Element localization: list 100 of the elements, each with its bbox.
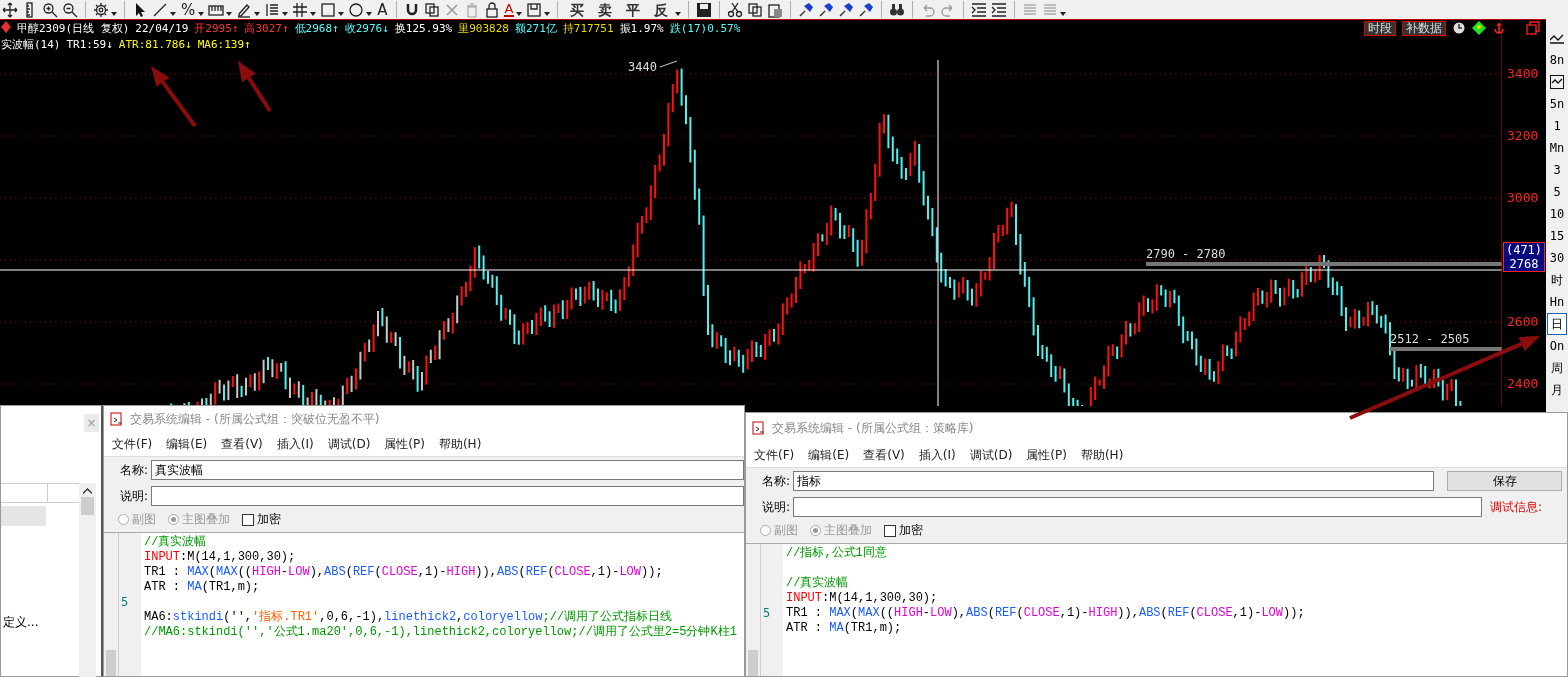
period-button[interactable]: 时: [1547, 269, 1567, 291]
caret-icon[interactable]: [366, 12, 373, 16]
grid-icon[interactable]: [292, 1, 309, 18]
menu-item[interactable]: 帮助(H): [1080, 446, 1124, 464]
menu-item[interactable]: 属性(P): [1026, 446, 1067, 464]
period-button[interactable]: 日: [1547, 313, 1567, 335]
code-line: ATR : MA(TR1,m);: [786, 621, 903, 636]
period-button[interactable]: Mn: [1547, 137, 1567, 159]
caret-icon[interactable]: [282, 12, 289, 16]
indicator-text: TR1:59↓: [66, 37, 113, 51]
flag-icon[interactable]: [858, 1, 875, 18]
period-button[interactable]: 15: [1547, 225, 1567, 247]
copy-icon[interactable]: [747, 1, 764, 18]
name-field[interactable]: 指标: [793, 471, 1434, 491]
percent-tool[interactable]: %: [180, 1, 197, 18]
caret-icon[interactable]: [198, 12, 205, 16]
period-button[interactable]: 5n: [1547, 93, 1567, 115]
font-color-tool[interactable]: A: [503, 2, 515, 17]
save-button[interactable]: 保存: [1447, 471, 1562, 491]
caret-icon[interactable]: [254, 12, 261, 16]
indent-icon[interactable]: [991, 1, 1008, 18]
caret-icon[interactable]: [170, 12, 176, 16]
menu-item[interactable]: 插入(I): [918, 446, 956, 464]
menu-item[interactable]: 查看(V): [221, 435, 263, 453]
save-icon[interactable]: [696, 1, 713, 18]
toolbar-button[interactable]: 时段: [1364, 20, 1396, 36]
list-item[interactable]: 定义...: [3, 614, 39, 631]
period-button[interactable]: On: [1547, 335, 1567, 357]
scrollbar-thumb[interactable]: [81, 497, 94, 515]
menu-item[interactable]: 调试(D): [327, 435, 371, 453]
period-button[interactable]: 1: [1547, 115, 1567, 137]
flag-icon[interactable]: [798, 1, 815, 18]
menu-item[interactable]: 文件(F): [112, 435, 153, 453]
trade-button[interactable]: 平: [621, 1, 646, 18]
quote-text: 高3027↑: [244, 20, 289, 36]
trade-button[interactable]: 反: [649, 1, 674, 18]
copy-icon[interactable]: [423, 1, 440, 18]
period-button[interactable]: 30: [1547, 247, 1567, 269]
period-button[interactable]: 周: [1547, 357, 1567, 379]
caret-icon[interactable]: [226, 12, 233, 16]
circle-icon[interactable]: [348, 1, 365, 18]
caret-icon[interactable]: [516, 12, 523, 16]
quote-text: 低2968↑: [294, 20, 339, 36]
flag-icon[interactable]: [818, 1, 835, 18]
scrollbar-thumb[interactable]: [106, 650, 116, 676]
period-button[interactable]: 月: [1547, 379, 1567, 401]
caret-icon[interactable]: [338, 12, 345, 16]
restore-window-icon[interactable]: [1526, 21, 1540, 35]
settings-icon[interactable]: [93, 1, 109, 18]
indent-icon[interactable]: [971, 1, 988, 18]
menu-item[interactable]: 帮助(H): [438, 435, 482, 453]
diamond-icon[interactable]: [1472, 21, 1486, 35]
code-line: //指标,公式1同意: [786, 546, 888, 561]
name-field[interactable]: 真实波幅: [151, 460, 744, 480]
trade-button[interactable]: 卖: [593, 1, 618, 18]
caret-icon[interactable]: [1060, 12, 1067, 16]
menu-item[interactable]: 查看(V): [863, 446, 905, 464]
description-field[interactable]: [151, 486, 744, 506]
list-icon[interactable]: [264, 1, 281, 18]
axis-label: 3400: [1507, 66, 1539, 81]
trade-button[interactable]: 买: [565, 1, 590, 18]
scrollbar-thumb[interactable]: [748, 650, 758, 676]
line-tool-icon[interactable]: [152, 1, 168, 18]
caret-icon[interactable]: [675, 12, 682, 16]
menu-item[interactable]: 属性(P): [384, 435, 425, 453]
menu-item[interactable]: 调试(D): [969, 446, 1013, 464]
square-icon[interactable]: [320, 1, 337, 18]
caret-icon[interactable]: [111, 12, 117, 16]
paste-icon[interactable]: [767, 1, 784, 18]
caret-icon[interactable]: [310, 12, 317, 16]
clock-icon[interactable]: [1452, 21, 1466, 35]
checkbox[interactable]: 加密: [884, 522, 923, 539]
period-button[interactable]: 5: [1547, 181, 1567, 203]
period-button[interactable]: 8n: [1547, 49, 1567, 71]
period-button[interactable]: 3: [1547, 159, 1567, 181]
move-icon[interactable]: [2, 1, 18, 18]
lock-icon[interactable]: [483, 1, 500, 18]
checkbox[interactable]: 加密: [242, 511, 281, 528]
flag-icon[interactable]: [838, 1, 855, 18]
scissors-icon[interactable]: [727, 1, 744, 18]
period-button[interactable]: 10: [1547, 203, 1567, 225]
anchor-icon[interactable]: [1492, 21, 1506, 35]
text-tool[interactable]: A: [376, 1, 389, 18]
period-button[interactable]: Hn: [1547, 291, 1567, 313]
code-editor[interactable]: 5 //指标,公式1同意 //真实波幅 INPUT:M(14,1,300,30); TR1 : MAX(MAX((HIGH-LOW),ABS(REF(CLOSE,1)-HIGH)),ABS(REF(CLOSE,1)-LOW)); ATR : MA(TR1,m);: [746, 543, 1567, 676]
zoom-in-icon[interactable]: [42, 1, 58, 18]
stamp-icon[interactable]: [526, 1, 543, 18]
scrollbar[interactable]: [79, 483, 96, 677]
toolbar-button[interactable]: 补数据: [1402, 20, 1446, 36]
caret-icon[interactable]: [544, 12, 551, 16]
zoom-out-icon[interactable]: [62, 1, 78, 18]
menu-item[interactable]: 编辑(E): [166, 435, 208, 453]
binoculars-icon[interactable]: [889, 1, 906, 18]
code-editor[interactable]: [104, 532, 744, 676]
description-field[interactable]: [793, 497, 1482, 517]
menu-item[interactable]: 文件(F): [754, 446, 795, 464]
menu-item[interactable]: 编辑(E): [808, 446, 850, 464]
quote-text: 开2995↑: [194, 20, 239, 36]
caret-icon[interactable]: [83, 488, 92, 494]
menu-item[interactable]: 插入(I): [276, 435, 314, 453]
